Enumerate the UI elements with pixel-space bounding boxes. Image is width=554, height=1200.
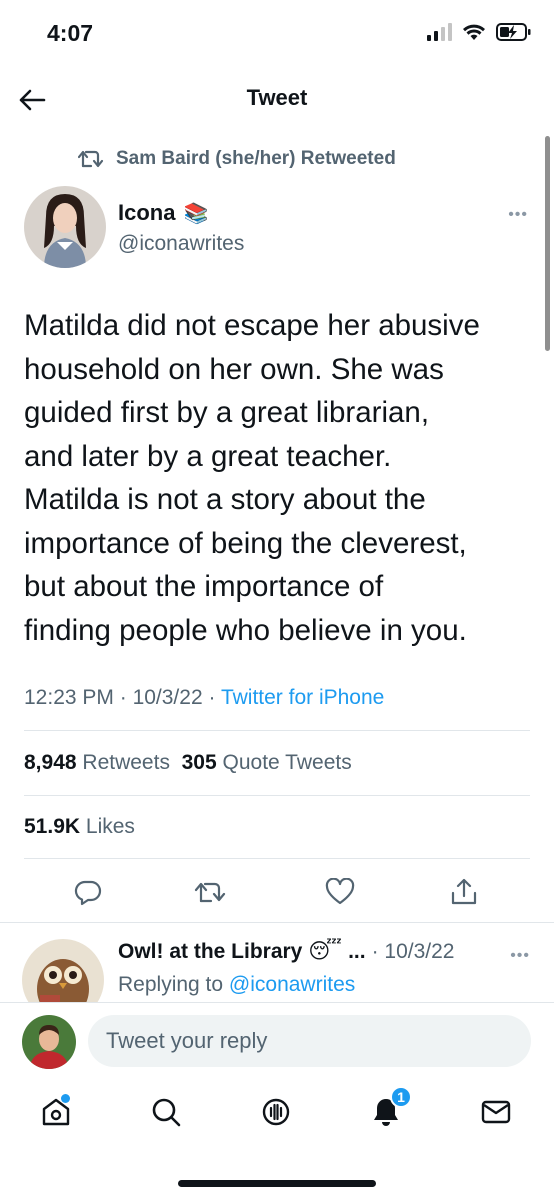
share-button[interactable] <box>446 874 482 910</box>
tab-search[interactable] <box>146 1092 186 1132</box>
battery-charging-icon <box>496 23 531 41</box>
likes-link[interactable]: 51.9K Likes <box>24 815 135 839</box>
books-emoji: 📚 <box>183 202 209 225</box>
reply-author-row: Owl! at the Library 😴... · 10/3/22 <box>118 939 454 964</box>
tweet-date: 10/3/22 <box>132 686 203 709</box>
search-icon <box>152 1098 181 1127</box>
mail-icon <box>481 1100 511 1124</box>
tab-home[interactable] <box>36 1092 76 1132</box>
tweet-author: Icona 📚 @iconawrites ••• <box>24 186 534 272</box>
home-unread-dot <box>61 1094 70 1103</box>
reply-composer <box>0 1002 554 1076</box>
retweets-count: 8,948 <box>24 751 77 774</box>
tweet-actions <box>0 874 554 910</box>
reply-tweet[interactable]: Owl! at the Library 😴... · 10/3/22 Reply… <box>0 922 554 1002</box>
reply-icon <box>74 880 102 906</box>
wifi-icon <box>463 24 485 40</box>
page-title: Tweet <box>246 85 308 110</box>
tweet-source-link[interactable]: Twitter for iPhone <box>221 686 384 709</box>
status-icons <box>427 22 532 42</box>
retweet-button[interactable] <box>192 874 228 910</box>
scrollbar[interactable] <box>545 136 550 351</box>
share-icon <box>451 878 477 905</box>
reply-more-options-icon[interactable]: ••• <box>510 947 530 965</box>
tab-messages[interactable] <box>476 1092 516 1132</box>
retweet-context[interactable]: Sam Baird (she/her) Retweeted <box>78 148 396 170</box>
divider <box>24 858 530 859</box>
author-name-row[interactable]: Icona 📚 <box>118 200 208 226</box>
home-indicator[interactable] <box>178 1180 376 1187</box>
status-time: 4:07 <box>47 20 94 46</box>
replying-to-mention[interactable]: @iconawrites <box>229 973 355 996</box>
retweet-context-label: Sam Baird (she/her) Retweeted <box>116 148 396 169</box>
tweet-time: 12:23 PM <box>24 686 114 709</box>
retweets-link[interactable]: 8,948 Retweets <box>24 751 170 774</box>
author-avatar[interactable] <box>24 186 106 268</box>
reply-date: · 10/3/22 <box>371 939 455 963</box>
retweet-icon <box>194 882 226 903</box>
likes-label: Likes <box>85 815 135 838</box>
tweet-reply-input[interactable] <box>88 1015 531 1067</box>
quotes-count: 305 <box>181 751 217 774</box>
cellular-signal-icon <box>427 23 452 41</box>
tab-bar: 1 <box>0 1080 554 1150</box>
spaces-icon <box>262 1098 290 1126</box>
author-handle[interactable]: @iconawrites <box>118 232 244 256</box>
retweet-stats: 8,948 Retweets 305 Quote Tweets <box>24 751 352 775</box>
reply-avatar[interactable] <box>22 939 104 1002</box>
divider <box>24 730 530 731</box>
current-user-avatar[interactable] <box>22 1015 76 1069</box>
retweets-label: Retweets <box>82 751 170 774</box>
retweet-icon <box>78 150 104 168</box>
tweet-meta: 12:23 PM · 10/3/22 · Twitter for iPhone <box>24 686 385 709</box>
author-name: Icona <box>118 200 176 225</box>
quote-tweets-link[interactable]: 305 Quote Tweets <box>182 751 352 774</box>
like-icon <box>325 878 355 905</box>
divider <box>24 795 530 796</box>
tab-notifications[interactable]: 1 <box>366 1086 412 1132</box>
quotes-label: Quote Tweets <box>222 751 352 774</box>
likes-count: 51.9K <box>24 815 81 838</box>
nav-bar: Tweet <box>0 70 554 130</box>
like-button[interactable] <box>322 874 358 910</box>
more-options-icon[interactable]: ••• <box>508 206 528 224</box>
reply-author-name[interactable]: Owl! at the Library <box>118 940 302 964</box>
reply-button[interactable] <box>70 874 106 910</box>
tab-spaces[interactable] <box>256 1092 296 1132</box>
replying-to: Replying to @iconawrites <box>118 973 356 996</box>
notifications-badge: 1 <box>390 1086 412 1108</box>
status-bar: 4:07 <box>0 0 554 70</box>
name-ellipsis: ... <box>348 939 366 963</box>
sleeping-emoji: 😴 <box>308 940 343 963</box>
tweet-text: Matilda did not escape her abusive house… <box>24 309 480 647</box>
